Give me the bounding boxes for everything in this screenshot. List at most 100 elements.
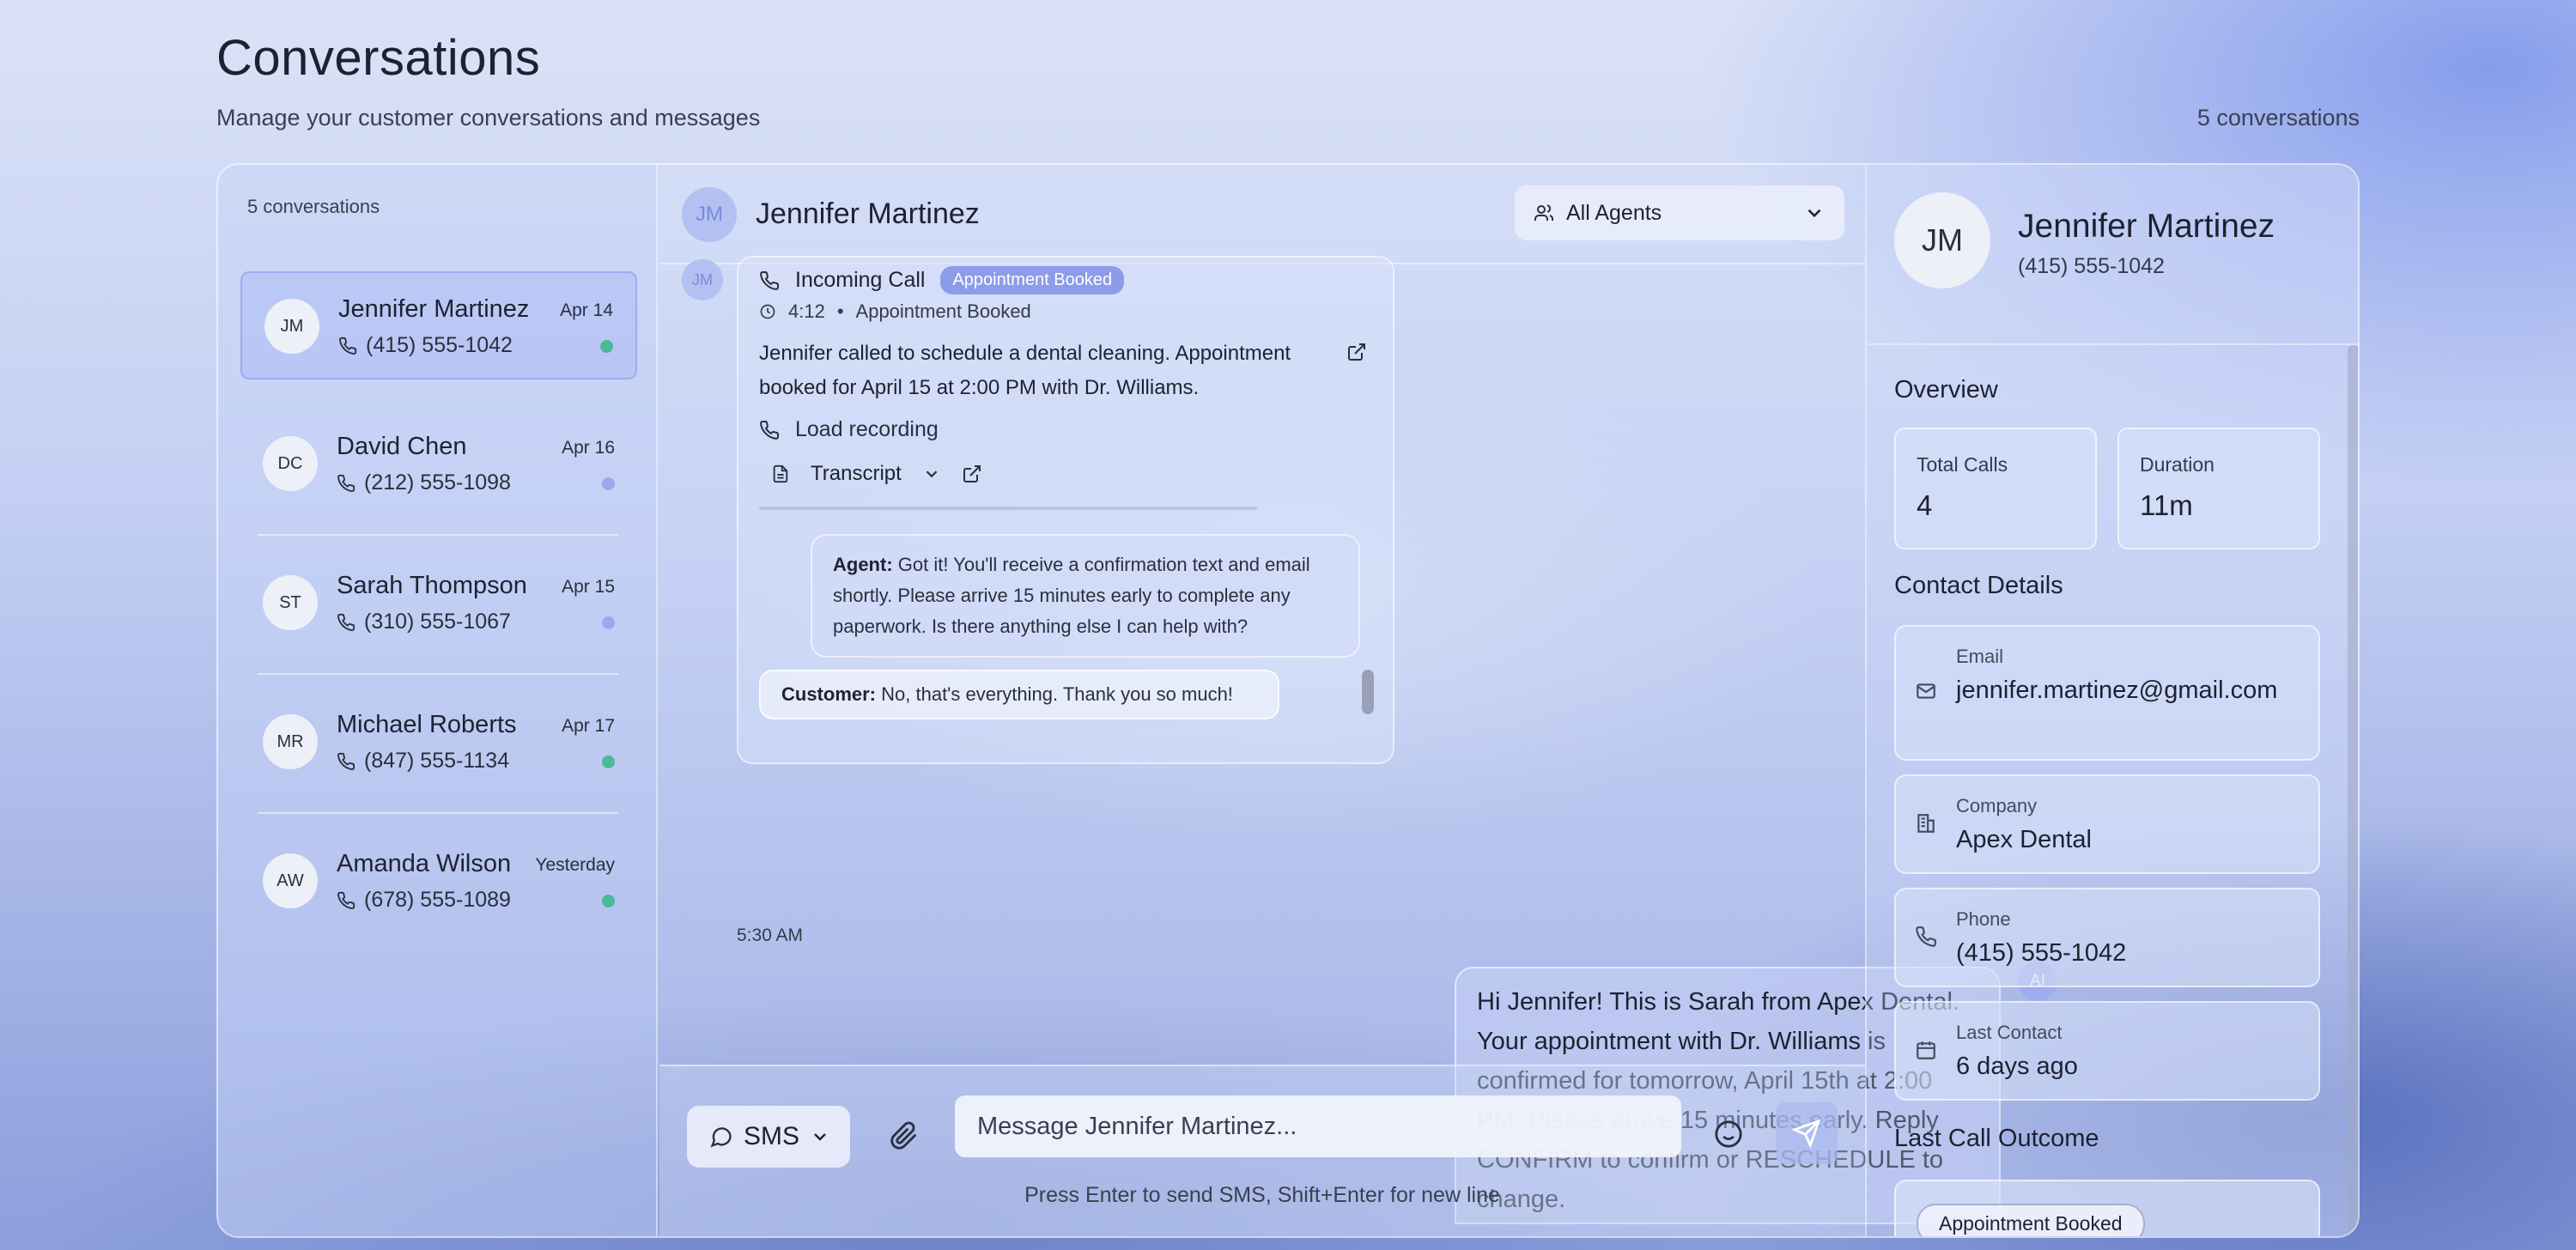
stat-value: 11m <box>2140 489 2193 521</box>
conversation-phone: (847) 555-1134 <box>337 749 509 774</box>
transcript-agent-message: Agent: Got it! You'll receive a confirma… <box>811 534 1360 658</box>
conversation-name: Michael Roberts <box>337 711 517 738</box>
contact-header: JM Jennifer Martinez (415) 555-1042 <box>1867 165 2358 345</box>
page-subtitle: Manage your customer conversations and m… <box>216 105 761 130</box>
transcript-scrollbar[interactable] <box>1362 670 1374 714</box>
divider <box>258 812 618 814</box>
phone-icon <box>337 752 355 770</box>
phone-icon <box>760 270 780 290</box>
phone-text: (678) 555-1089 <box>364 888 511 912</box>
message-composer: SMS Press Enter to send SMS, Shift+Enter… <box>659 1065 1865 1236</box>
conversation-name: Sarah Thompson <box>337 572 527 599</box>
avatar: MR <box>263 714 318 769</box>
channel-selector[interactable]: SMS <box>687 1106 850 1168</box>
conversation-phone: (212) 555-1098 <box>337 470 511 495</box>
conversation-item-amanda-wilson[interactable]: AW Amanda Wilson (678) 555-1089 Yesterda… <box>240 828 637 936</box>
phone-text: (847) 555-1134 <box>364 749 510 773</box>
avatar: JM <box>682 259 723 300</box>
conversation-list: 5 conversations JM Jennifer Martinez (41… <box>218 165 658 1236</box>
outcome-badge: Appointment Booked <box>1917 1204 2145 1236</box>
stat-value: 4 <box>1917 489 1933 521</box>
detail-last-contact: Last Contact 6 days ago <box>1894 1001 2320 1101</box>
conversations-app: 5 conversations JM Jennifer Martinez (41… <box>216 163 2360 1238</box>
avatar: DC <box>263 436 318 491</box>
status-dot <box>602 895 615 907</box>
status-badge: Appointment Booked <box>940 266 1125 294</box>
conversation-name: Amanda Wilson <box>337 850 512 877</box>
message-text: No, that's everything. Thank you so much… <box>881 683 1233 705</box>
detail-email: Email jennifer.martinez@gmail.com <box>1894 625 2320 761</box>
conversation-phone: (415) 555-1042 <box>338 333 513 358</box>
file-text-icon <box>773 464 788 483</box>
call-title: Incoming Call <box>795 268 926 292</box>
users-icon <box>1534 204 1554 221</box>
conversation-date: Apr 17 <box>562 716 615 736</box>
avatar: AW <box>263 853 318 908</box>
agent-filter-dropdown[interactable]: All Agents <box>1515 185 1844 240</box>
call-duration: 4:12 <box>788 300 825 322</box>
conversation-phone: (678) 555-1089 <box>337 888 511 913</box>
phone-icon <box>337 474 355 492</box>
conversation-count: 5 conversations <box>2196 105 2360 130</box>
clock-icon <box>760 304 775 319</box>
list-count: 5 conversations <box>247 196 380 217</box>
detail-company: Company Apex Dental <box>1894 774 2320 874</box>
phone-icon <box>760 420 780 440</box>
speaker-label: Customer: <box>781 683 877 705</box>
avatar: ST <box>263 575 318 630</box>
page-header: Conversations Manage your customer conve… <box>216 29 2360 141</box>
call-title-row: Incoming Call Appointment Booked <box>759 266 1125 294</box>
transcript-customer-message: Customer: No, that's everything. Thank y… <box>759 670 1279 719</box>
calendar-icon <box>1917 1041 1935 1059</box>
call-meta: 4:12 • Appointment Booked <box>759 300 1031 323</box>
load-recording-label: Load recording <box>795 417 939 441</box>
channel-label: SMS <box>744 1122 800 1150</box>
chevron-down-icon <box>1807 209 1821 218</box>
contact-name: Jennifer Martinez <box>2018 208 2275 245</box>
paperclip-icon[interactable] <box>890 1121 919 1150</box>
conversation-item-michael-roberts[interactable]: MR Michael Roberts (847) 555-1134 Apr 17 <box>240 689 637 797</box>
detail-label: Email <box>1956 646 2004 667</box>
conversation-date: Apr 15 <box>562 577 615 597</box>
smile-icon[interactable] <box>1714 1120 1743 1149</box>
status-dot <box>602 477 615 490</box>
message-circle-icon <box>710 1127 732 1148</box>
chat-panel: JM Jennifer Martinez All Agents JM Incom… <box>659 165 2057 1236</box>
detail-label: Company <box>1956 795 2038 816</box>
conversation-item-david-chen[interactable]: DC David Chen (212) 555-1098 Apr 16 <box>240 410 637 519</box>
contact-phone: (415) 555-1042 <box>2018 254 2165 278</box>
detail-label: Phone <box>1956 908 2011 930</box>
message-input[interactable] <box>955 1095 1681 1157</box>
detail-value: 6 days ago <box>1956 1053 2078 1080</box>
conversation-phone: (310) 555-1067 <box>337 610 511 634</box>
load-recording-button[interactable]: Load recording <box>759 417 939 442</box>
phone-text: (415) 555-1042 <box>366 333 513 357</box>
external-link-icon[interactable] <box>1346 342 1367 362</box>
speaker-label: Agent: <box>833 554 893 575</box>
avatar: JM <box>264 299 319 354</box>
phone-text: (310) 555-1067 <box>364 610 511 634</box>
conversation-item-jennifer-martinez[interactable]: JM Jennifer Martinez (415) 555-1042 Apr … <box>240 271 637 379</box>
detail-label: Last Contact <box>1956 1022 2063 1043</box>
call-summary: Jennifer called to schedule a dental cle… <box>759 342 1291 399</box>
contact-panel-scrollbar[interactable] <box>2348 345 2358 1236</box>
chevron-down-icon <box>926 470 938 478</box>
chat-header: JM Jennifer Martinez All Agents <box>659 165 1865 264</box>
phone-icon <box>337 613 355 631</box>
conversation-item-sarah-thompson[interactable]: ST Sarah Thompson (310) 555-1067 Apr 15 <box>240 549 637 658</box>
detail-value: jennifer.martinez@gmail.com <box>1956 677 2278 704</box>
external-link-icon[interactable] <box>962 464 982 484</box>
mail-icon <box>1917 683 1935 699</box>
conversation-date: Apr 14 <box>560 300 613 320</box>
transcript-toggle[interactable]: Transcript <box>771 462 982 486</box>
transcript-label: Transcript <box>811 462 902 485</box>
contact-panel: JM Jennifer Martinez (415) 555-1042 Over… <box>1865 165 2358 1236</box>
phone-icon <box>339 337 357 355</box>
contact-details-title: Contact Details <box>1894 572 2063 599</box>
page-title: Conversations <box>216 30 541 86</box>
send-button[interactable] <box>1776 1102 1838 1164</box>
overview-title: Overview <box>1894 376 1998 404</box>
stat-label: Total Calls <box>1917 453 2008 476</box>
call-outcome: Appointment Booked <box>855 300 1031 322</box>
status-dot <box>600 340 613 353</box>
